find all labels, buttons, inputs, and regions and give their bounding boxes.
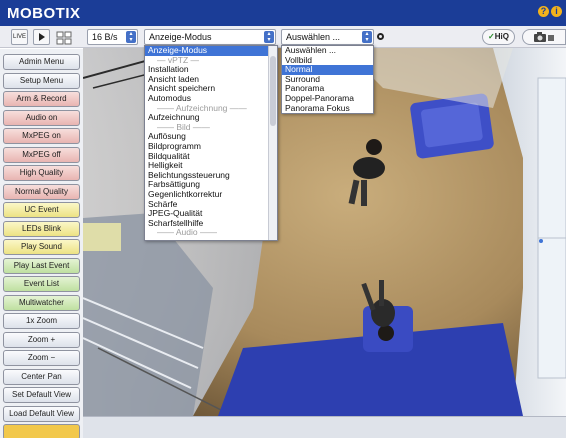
brand-logo: MOBOTIX: [7, 5, 81, 22]
menu-separator: —— Audio ——: [157, 227, 217, 238]
camera-icon: [534, 32, 554, 42]
sidebar-button[interactable]: UC Event: [3, 202, 80, 218]
framerate-select[interactable]: 16 B/s ▴ ▾: [87, 29, 138, 45]
display-mode-value: Anzeige-Modus: [149, 32, 212, 42]
info-icon[interactable]: i: [551, 6, 562, 17]
sidebar-button[interactable]: Play Last Event: [3, 257, 80, 274]
sidebar-button[interactable]: Load Default View: [3, 405, 80, 422]
sidebar: Admin Menu Setup Menu Arm & Record Audio on…: [0, 49, 83, 438]
view-menu[interactable]: Auswählen ... Vollbild Normal Surround Panor…: [281, 45, 374, 114]
play-icon: [38, 33, 45, 41]
sidebar-button[interactable]: Set Default View: [3, 387, 80, 403]
sidebar-button[interactable]: Setup Menu: [3, 72, 80, 89]
camera-snapshot-button[interactable]: [522, 29, 566, 45]
help-icon[interactable]: ?: [538, 6, 549, 17]
live-button[interactable]: LIVE: [11, 29, 28, 45]
display-mode-menu[interactable]: Anzeige-Modus — vPTZ — Installation Ansicht…: [144, 45, 278, 241]
sidebar-button[interactable]: Event List: [3, 276, 80, 292]
sidebar-button[interactable]: 1x Zoom: [3, 313, 80, 329]
select-arrow-icon: ▴ ▾: [264, 31, 274, 43]
menu-scrollbar-thumb[interactable]: [270, 56, 276, 126]
header-icons: ? i: [538, 6, 562, 17]
display-mode-select[interactable]: Anzeige-Modus ▴ ▾: [144, 29, 276, 45]
hiq-button[interactable]: ✓HiQ: [482, 29, 515, 45]
sidebar-button[interactable]: MxPEG on: [3, 128, 80, 144]
sidebar-button[interactable]: Admin Menu: [3, 54, 80, 70]
sidebar-button[interactable]: High Quality: [3, 165, 80, 181]
sidebar-button[interactable]: LEDs Blink: [3, 220, 80, 237]
play-button[interactable]: [33, 29, 50, 45]
status-bar: [83, 416, 566, 438]
view-select[interactable]: Auswählen ... ▴ ▾: [281, 29, 374, 45]
sidebar-button[interactable]: [3, 424, 80, 438]
grid-icon: [56, 31, 71, 45]
sidebar-button[interactable]: Normal Quality: [3, 183, 80, 200]
record-indicator-icon: [377, 33, 384, 40]
view-menu-item[interactable]: Panorama Fokus: [282, 103, 373, 114]
view-value: Auswählen ...: [286, 32, 341, 42]
sidebar-button[interactable]: Zoom +: [3, 331, 80, 348]
sidebar-button[interactable]: Zoom −: [3, 350, 80, 366]
sidebar-button[interactable]: Center Pan: [3, 368, 80, 385]
sidebar-button[interactable]: MxPEG off: [3, 146, 80, 163]
select-arrow-icon: ▴ ▾: [126, 31, 136, 43]
live-label: LIVE: [12, 34, 26, 40]
framerate-value: 16 B/s: [92, 32, 118, 42]
sidebar-button[interactable]: Audio on: [3, 109, 80, 126]
sidebar-button[interactable]: Arm & Record: [3, 91, 80, 107]
grid-view-button[interactable]: [55, 29, 72, 45]
hiq-label: HiQ: [494, 32, 509, 41]
menu-scrollbar[interactable]: [268, 46, 277, 240]
sidebar-button[interactable]: Play Sound: [3, 239, 80, 255]
select-arrow-icon: ▴ ▾: [362, 31, 372, 43]
header-bar: MOBOTIX ? i: [0, 0, 566, 26]
sidebar-button[interactable]: Multiwatcher: [3, 294, 80, 311]
